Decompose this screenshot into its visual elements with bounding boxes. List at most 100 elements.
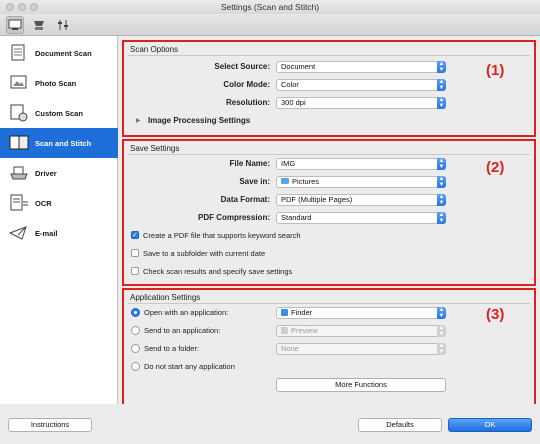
chevron-updown-icon: ▲ ▼	[437, 97, 446, 109]
sidebar-item-label: E-mail	[35, 228, 58, 238]
sidebar-item-scan-and-stitch[interactable]: Scan and Stitch	[0, 128, 118, 158]
chevron-updown-icon: ▲ ▼	[437, 343, 446, 355]
toolbar	[0, 14, 540, 36]
select-source-dropdown[interactable]: Document ▲ ▼	[276, 61, 446, 73]
divider	[128, 154, 530, 155]
ok-button[interactable]: OK	[448, 418, 532, 432]
chevron-updown-icon: ▲ ▼	[437, 61, 446, 73]
zoom-window-button[interactable]	[30, 3, 38, 11]
sidebar-item-label: OCR	[35, 198, 52, 208]
color-mode-label: Color Mode:	[223, 80, 270, 89]
sidebar-item-email[interactable]: E-mail	[0, 218, 118, 248]
open-with-application-value: Finder	[291, 308, 313, 317]
keyword-search-label: Create a PDF file that supports keyword …	[143, 231, 301, 240]
chevron-updown-icon: ▲ ▼	[437, 325, 446, 337]
keyword-search-checkbox[interactable]	[131, 231, 139, 239]
select-source-label: Select Source:	[214, 62, 270, 71]
resolution-dropdown[interactable]: 300 dpi ▲ ▼	[276, 97, 446, 109]
send-to-folder-dropdown[interactable]: None ▲ ▼	[276, 343, 446, 355]
section-title: Save Settings	[130, 144, 180, 153]
window-title: Settings (Scan and Stitch)	[220, 2, 320, 12]
instructions-button[interactable]: Instructions	[8, 418, 92, 432]
title-bar: Settings (Scan and Stitch)	[0, 0, 540, 14]
sidebar-item-label: Scan and Stitch	[35, 138, 92, 148]
document-scan-icon	[11, 44, 25, 61]
chevron-updown-icon: ▲ ▼	[437, 212, 446, 224]
no-application-label: Do not start any application	[144, 362, 235, 371]
defaults-button[interactable]: Defaults	[358, 418, 442, 432]
scanner-icon	[34, 21, 44, 30]
driver-icon	[10, 166, 28, 180]
send-to-application-value: Preview	[291, 326, 318, 335]
no-application-radio[interactable]	[131, 362, 140, 371]
data-format-value: PDF (Multiple Pages)	[281, 195, 353, 204]
email-icon	[8, 226, 27, 240]
chevron-updown-icon: ▲ ▼	[437, 307, 446, 319]
sidebar-item-label: Custom Scan	[35, 108, 83, 118]
save-in-label: Save in:	[239, 177, 270, 186]
section-title: Scan Options	[130, 45, 179, 54]
color-mode-value: Color	[281, 80, 299, 89]
chevron-updown-icon: ▲ ▼	[437, 79, 446, 91]
save-in-value: Pictures	[292, 177, 320, 186]
image-processing-settings-toggle[interactable]: Image Processing Settings	[148, 116, 250, 125]
sidebar-item-ocr[interactable]: OCR	[0, 188, 118, 218]
open-with-application-radio[interactable]	[131, 308, 140, 317]
sidebar-item-label: Document Scan	[35, 48, 92, 58]
divider	[128, 55, 530, 56]
check-results-checkbox[interactable]	[131, 267, 139, 275]
chevron-updown-icon: ▲ ▼	[437, 158, 446, 170]
disclosure-triangle-icon[interactable]: ▶	[136, 117, 141, 124]
scan-from-operation-panel-tab[interactable]	[30, 16, 48, 34]
ocr-icon	[10, 194, 28, 211]
sidebar: Document Scan Photo Scan Custom Scan Sca…	[0, 36, 118, 404]
computer-scan-icon	[8, 19, 22, 30]
file-name-field[interactable]: IMG ▲ ▼	[276, 158, 446, 170]
section-marker: (2)	[486, 159, 505, 176]
sidebar-item-custom-scan[interactable]: Custom Scan	[0, 98, 118, 128]
send-to-folder-value: None	[281, 344, 299, 353]
send-to-folder-radio[interactable]	[131, 344, 140, 353]
send-to-folder-label: Send to a folder:	[144, 344, 200, 353]
color-mode-dropdown[interactable]: Color ▲ ▼	[276, 79, 446, 91]
scan-options-section: Scan Options Select Source: Document ▲ ▼ …	[122, 40, 536, 137]
select-source-value: Document	[281, 62, 316, 71]
photo-scan-icon	[10, 75, 27, 89]
open-with-application-dropdown[interactable]: Finder ▲ ▼	[276, 307, 446, 319]
open-with-application-label: Open with an application:	[144, 308, 229, 317]
check-results-label: Check scan results and specify save sett…	[143, 267, 293, 276]
file-name-label: File Name:	[229, 159, 270, 168]
send-to-application-dropdown[interactable]: Preview ▲ ▼	[276, 325, 446, 337]
general-settings-tab[interactable]	[54, 16, 72, 34]
save-in-dropdown[interactable]: Pictures ▲ ▼	[276, 176, 446, 188]
custom-scan-icon	[10, 104, 28, 122]
resolution-value: 300 dpi	[281, 98, 306, 107]
minimize-window-button[interactable]	[18, 3, 26, 11]
scan-from-computer-tab[interactable]	[6, 16, 24, 34]
file-name-value: IMG	[281, 159, 296, 168]
pdf-compression-label: PDF Compression:	[197, 213, 270, 222]
subfolder-label: Save to a subfolder with current date	[143, 249, 266, 258]
sidebar-item-driver[interactable]: Driver	[0, 158, 118, 188]
divider	[128, 303, 530, 304]
sidebar-item-document-scan[interactable]: Document Scan	[0, 38, 118, 68]
send-to-application-radio[interactable]	[131, 326, 140, 335]
chevron-updown-icon: ▲ ▼	[437, 176, 446, 188]
section-title: Application Settings	[130, 293, 201, 302]
pdf-compression-dropdown[interactable]: Standard ▲ ▼	[276, 212, 446, 224]
sidebar-item-photo-scan[interactable]: Photo Scan	[0, 68, 118, 98]
more-functions-button[interactable]: More Functions	[276, 378, 446, 392]
preview-icon	[281, 327, 288, 334]
sidebar-item-label: Driver	[35, 168, 57, 178]
save-settings-section: Save Settings File Name: IMG ▲ ▼ Save in:…	[122, 139, 536, 286]
settings-sliders-icon	[58, 20, 68, 30]
data-format-dropdown[interactable]: PDF (Multiple Pages) ▲ ▼	[276, 194, 446, 206]
data-format-label: Data Format:	[220, 195, 270, 204]
finder-icon	[281, 309, 288, 316]
subfolder-checkbox[interactable]	[131, 249, 139, 257]
section-marker: (3)	[486, 306, 505, 323]
send-to-application-label: Send to an application:	[144, 326, 221, 335]
folder-icon	[281, 178, 289, 184]
close-window-button[interactable]	[6, 3, 14, 11]
chevron-updown-icon: ▲ ▼	[437, 194, 446, 206]
